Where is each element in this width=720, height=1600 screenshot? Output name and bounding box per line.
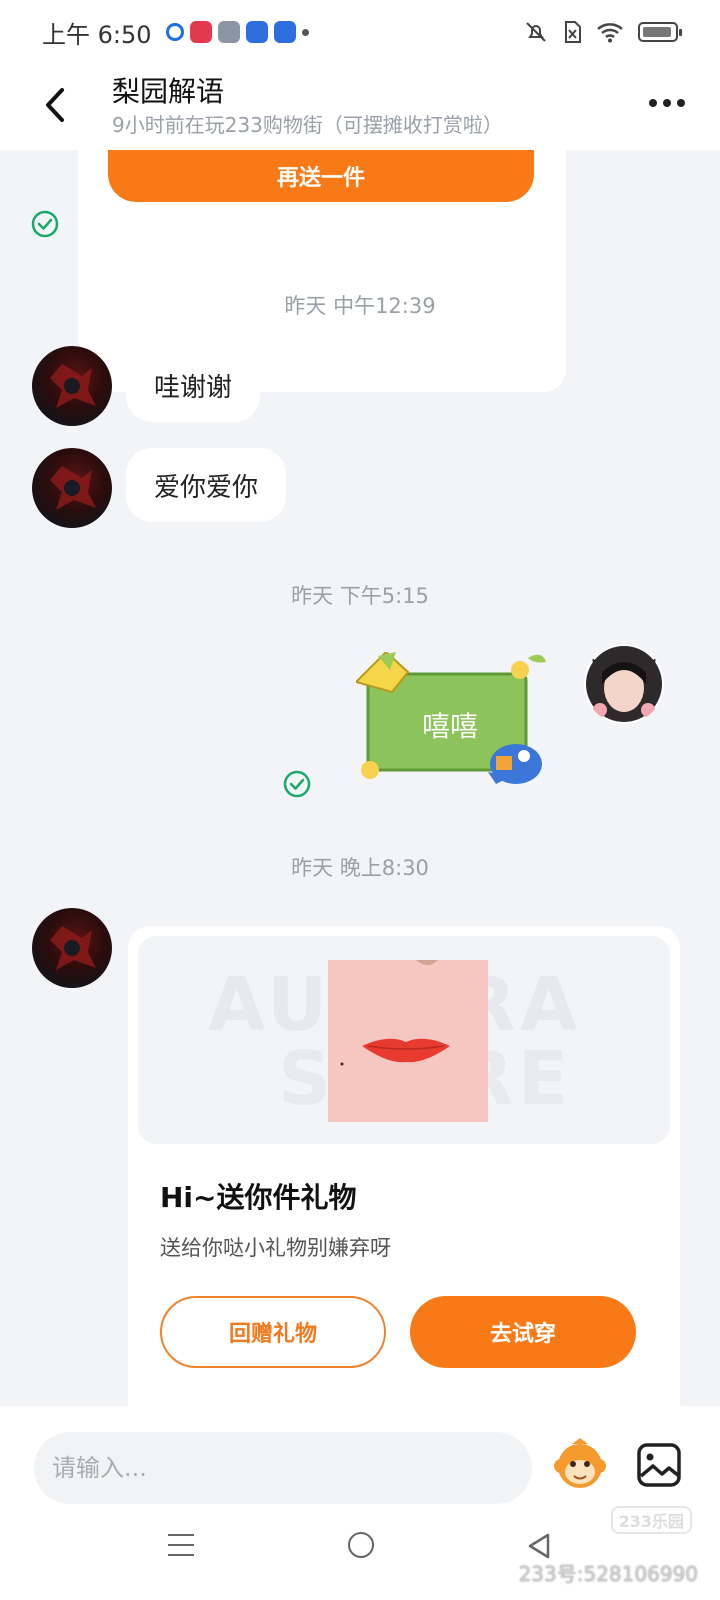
qq-icon <box>165 23 184 41</box>
record-icon <box>189 21 212 43</box>
status-time: 上午 6:50 <box>42 20 152 49</box>
contact-avatar[interactable] <box>32 448 112 528</box>
gift-description: 送给你哒小礼物别嫌弃呀 <box>160 1236 391 1260</box>
more-options-icon[interactable] <box>644 88 690 118</box>
message-timestamp: 昨天 晚上8:30 <box>291 856 429 880</box>
wifi-icon <box>597 23 623 43</box>
message-timestamp: 昨天 中午12:39 <box>284 294 436 318</box>
return-gift-button[interactable]: 回赠礼物 <box>160 1296 386 1368</box>
recent-apps-button[interactable] <box>168 1534 194 1558</box>
home-button[interactable] <box>348 1532 374 1558</box>
avatar-image <box>50 364 96 408</box>
try-on-button[interactable]: 去试穿 <box>410 1296 636 1368</box>
chat-header: 梨园解语 9小时前在玩233购物街（可摆摊收打赏啦） <box>0 64 720 150</box>
settings-app-icon <box>217 21 240 43</box>
gift-title: Hi~送你件礼物 <box>160 1181 357 1214</box>
self-avatar[interactable] <box>584 644 664 724</box>
nav-back-icon[interactable] <box>526 1532 552 1560</box>
contact-avatar[interactable] <box>32 346 112 426</box>
sticker-message[interactable]: 嘻嘻 <box>356 652 592 798</box>
message-bubble[interactable]: 哇谢谢 <box>126 348 261 422</box>
system-icons <box>524 20 682 44</box>
sticker-text: 嘻嘻 <box>422 710 478 743</box>
gift-card: AURORA STORE Hi~送你件礼物 送给你哒小礼物别嫌弃呀 回赠礼物 去… <box>128 926 680 1406</box>
avatar-image <box>586 646 662 722</box>
contact-avatar[interactable] <box>32 908 112 988</box>
message-timestamp: 昨天 下午5:15 <box>291 584 429 608</box>
dot-icon <box>301 28 309 36</box>
back-arrow-icon[interactable] <box>38 82 74 128</box>
system-navigation-bar: 233乐园 233号:528106990 <box>0 1506 720 1600</box>
notification-icons <box>165 21 309 43</box>
chat-title: 梨园解语 <box>112 75 225 108</box>
watermark-id: 233号:528106990 <box>518 1562 698 1586</box>
message-input[interactable] <box>34 1432 532 1504</box>
puzzle-app-icon <box>273 21 296 43</box>
read-check-icon <box>31 210 59 238</box>
puzzle-app-icon <box>245 21 268 43</box>
message-bubble[interactable]: 爱你爱你 <box>126 448 287 522</box>
gift-image[interactable]: AURORA STORE <box>138 936 670 1144</box>
chat-area[interactable]: 再送一件 昨天 中午12:39 哇谢谢 爱你爱你 昨天 下午5:15 嘻嘻 昨天… <box>0 150 720 1406</box>
chat-subtitle: 9小时前在玩233购物街（可摆摊收打赏啦） <box>112 113 503 137</box>
avatar-image <box>50 926 96 970</box>
watermark-logo: 233乐园 <box>610 1506 692 1534</box>
lipstick-item-image <box>328 960 488 1122</box>
sim-off-icon <box>565 21 581 43</box>
input-bar <box>0 1406 720 1506</box>
resend-gift-button[interactable]: 再送一件 <box>108 150 534 202</box>
read-check-icon <box>283 770 311 798</box>
image-picker-icon[interactable] <box>636 1442 682 1488</box>
mute-icon <box>526 22 546 42</box>
avatar-image <box>50 466 96 510</box>
battery-icon <box>638 22 682 42</box>
status-bar: 上午 6:50 <box>0 0 720 64</box>
emoji-monkey-icon[interactable] <box>552 1436 608 1492</box>
